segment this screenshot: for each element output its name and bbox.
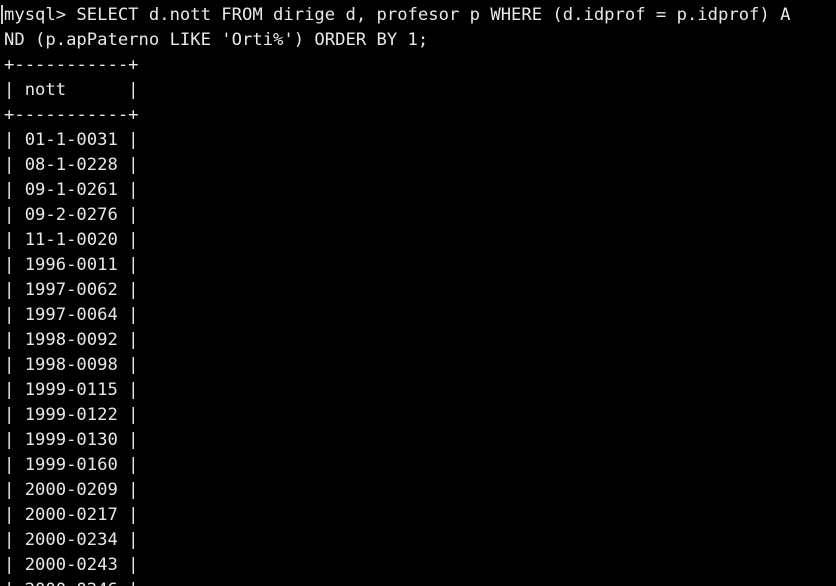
- table-row: | 2000-0209 |: [4, 480, 139, 500]
- table-top-border: +-----------+: [4, 55, 139, 75]
- table-row: | 2000-0234 |: [4, 530, 139, 550]
- table-row: | 1997-0062 |: [4, 280, 139, 300]
- table-row: | 1996-0011 |: [4, 255, 139, 275]
- table-row: | 09-1-0261 |: [4, 180, 139, 200]
- table-row: | 08-1-0228 |: [4, 155, 139, 175]
- table-row: | 1997-0064 |: [4, 305, 139, 325]
- table-header: | nott |: [4, 80, 139, 100]
- table-header-border: +-----------+: [4, 105, 139, 125]
- command-line-2: ND (p.apPaterno LIKE 'Orti%') ORDER BY 1…: [4, 30, 429, 50]
- table-row: | 1998-0092 |: [4, 330, 139, 350]
- table-row: | 1999-0130 |: [4, 430, 139, 450]
- table-row: | 2000-0243 |: [4, 555, 139, 575]
- table-row: | 2000-0246 |: [4, 578, 139, 586]
- cursor-marker: [1, 5, 3, 24]
- table-row: | 01-1-0031 |: [4, 130, 139, 150]
- table-row: | 1998-0098 |: [4, 355, 139, 375]
- terminal-window[interactable]: mysql> SELECT d.nott FROM dirige d, prof…: [0, 0, 836, 586]
- command-line-1: mysql> SELECT d.nott FROM dirige d, prof…: [4, 5, 791, 25]
- table-row: | 1999-0115 |: [4, 380, 139, 400]
- table-row: | 11-1-0020 |: [4, 230, 139, 250]
- table-row: | 09-2-0276 |: [4, 205, 139, 225]
- table-row: | 1999-0122 |: [4, 405, 139, 425]
- table-row: | 2000-0217 |: [4, 505, 139, 525]
- table-row: | 1999-0160 |: [4, 455, 139, 475]
